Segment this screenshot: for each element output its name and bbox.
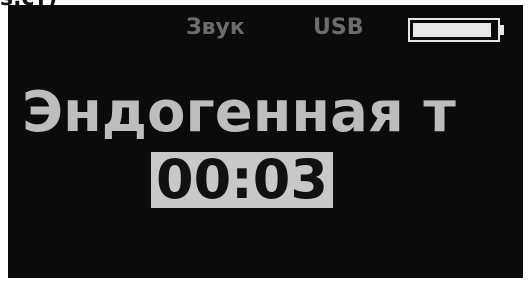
timer-display: 00:03 xyxy=(151,152,333,208)
usb-status-label: USB xyxy=(313,15,364,40)
battery-body xyxy=(408,18,500,42)
sound-status-label: Звук xyxy=(186,15,245,40)
device-screen: Звук USB Эндогенная т 00:03 xyxy=(8,5,523,278)
battery-icon xyxy=(408,18,504,42)
device-photo: ѕ.ст) Звук USB Эндогенная т 00:03 xyxy=(0,0,529,281)
program-title: Эндогенная т xyxy=(22,80,456,145)
battery-tip xyxy=(498,25,504,35)
battery-level-fill xyxy=(413,23,491,37)
